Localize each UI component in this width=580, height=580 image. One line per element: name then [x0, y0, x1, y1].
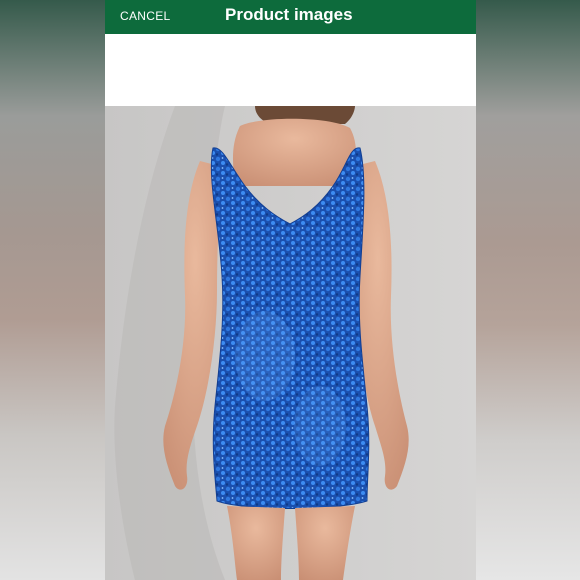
top-app-bar: CANCEL Product images: [105, 0, 476, 34]
cancel-button[interactable]: CANCEL: [120, 9, 170, 23]
product-image[interactable]: [105, 106, 476, 580]
page-title: Product images: [225, 5, 353, 24]
background-blur-left: [0, 0, 105, 580]
product-photo-illustration: [105, 106, 476, 580]
image-strip-area: [105, 34, 476, 106]
background-blur-right: [476, 0, 580, 580]
product-images-screen: CANCEL Product images: [105, 0, 476, 580]
